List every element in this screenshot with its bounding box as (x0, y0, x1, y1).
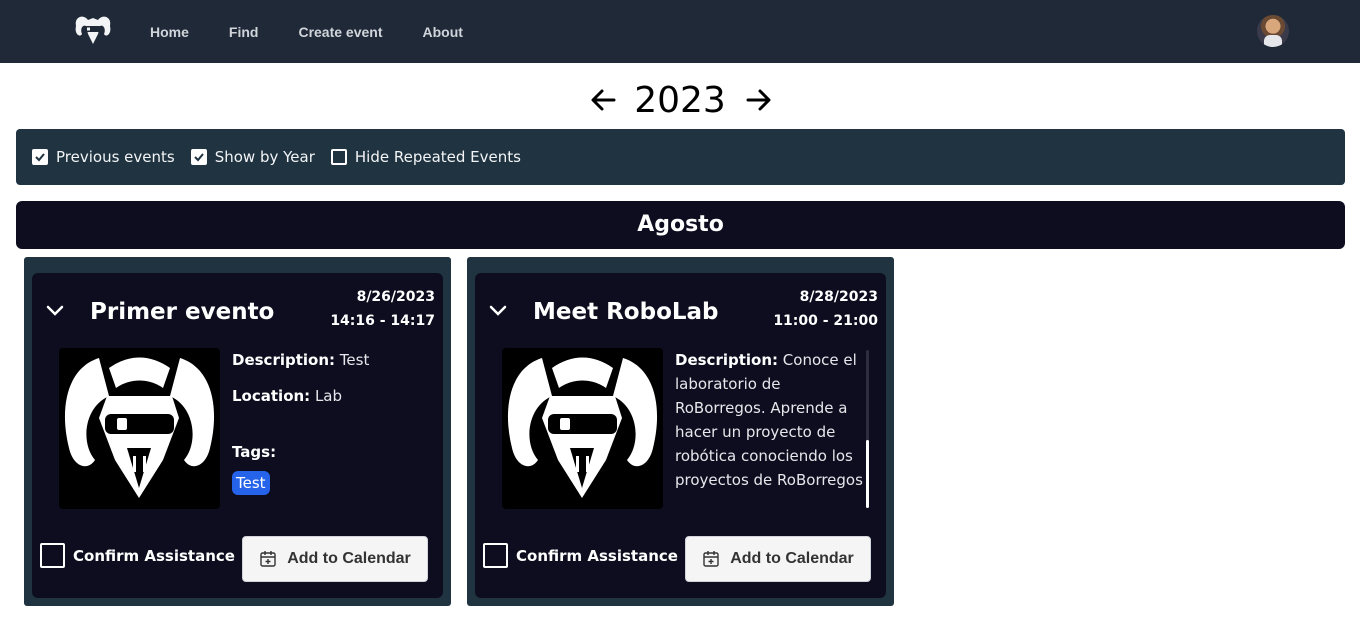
filter-hide-repeated[interactable]: Hide Repeated Events (330, 148, 521, 166)
tag-badge[interactable]: Test (232, 471, 270, 495)
event-datetime: 8/28/2023 11:00 - 21:00 (773, 285, 878, 333)
event-time: 14:16 - 14:17 (330, 313, 435, 329)
event-date: 8/26/2023 (356, 289, 435, 305)
description-label: Description: (232, 351, 336, 369)
calendar-add-icon (260, 551, 276, 567)
event-card: Primer evento 8/26/2023 14:16 - 14:17 De… (32, 273, 443, 598)
month-header: Agosto (16, 201, 1345, 249)
confirm-label: Confirm Assistance (73, 546, 235, 565)
checkbox[interactable] (330, 149, 347, 165)
scrollbar[interactable] (866, 350, 869, 508)
event-date: 8/28/2023 (799, 289, 878, 305)
arrow-left-icon[interactable] (588, 84, 620, 116)
event-title: Meet RoboLab (533, 299, 719, 325)
nav-find[interactable]: Find (229, 24, 259, 40)
event-details: Description: Test Location: Lab (232, 348, 432, 408)
add-calendar-label: Add to Calendar (730, 550, 854, 567)
event-location: Lab (314, 387, 343, 405)
location-label: Location: (232, 387, 311, 405)
chevron-down-icon[interactable] (46, 305, 64, 317)
confirm-label: Confirm Assistance (516, 546, 678, 565)
checkbox[interactable] (483, 543, 508, 568)
nav-links: Home Find Create event About (150, 0, 463, 63)
filter-bar: Previous events Show by Year Hide Repeat… (16, 129, 1345, 185)
top-navbar: Home Find Create event About (0, 0, 1360, 63)
event-description: Conoce el laboratorio de RoBorregos. Apr… (675, 351, 863, 489)
confirm-assistance-checkbox[interactable]: Confirm Assistance (40, 543, 235, 568)
nav-about[interactable]: About (423, 24, 463, 40)
filter-label: Show by Year (214, 148, 315, 166)
checkbox[interactable] (40, 543, 65, 568)
event-card: Meet RoboLab 8/28/2023 11:00 - 21:00 Des… (475, 273, 886, 598)
tags-label: Tags: (232, 443, 277, 461)
event-datetime: 8/26/2023 14:16 - 14:17 (330, 285, 435, 333)
ram-logo-icon[interactable] (72, 12, 114, 48)
event-title: Primer evento (90, 299, 275, 325)
description-label: Description: (675, 351, 779, 369)
add-calendar-label: Add to Calendar (287, 550, 411, 567)
add-to-calendar-button[interactable]: Add to Calendar (685, 536, 871, 582)
filter-previous-events[interactable]: Previous events (32, 148, 175, 166)
filter-show-by-year[interactable]: Show by Year (190, 148, 315, 166)
checkbox[interactable] (32, 149, 48, 165)
filter-label: Hide Repeated Events (354, 148, 521, 166)
year-label: 2023 (634, 80, 726, 121)
nav-home[interactable]: Home (150, 24, 189, 40)
event-image (59, 348, 220, 509)
checkbox[interactable] (190, 149, 207, 165)
event-description: Test (339, 351, 370, 369)
event-card-wrapper: Primer evento 8/26/2023 14:16 - 14:17 De… (24, 257, 451, 606)
year-navigation: 2023 (0, 78, 1360, 124)
nav-create-event[interactable]: Create event (298, 24, 382, 40)
add-to-calendar-button[interactable]: Add to Calendar (242, 536, 428, 582)
event-time: 11:00 - 21:00 (773, 313, 878, 329)
description-scroll-area[interactable]: Description: Conoce el laboratorio de Ro… (675, 348, 873, 509)
calendar-add-icon (703, 551, 719, 567)
filter-label: Previous events (56, 148, 175, 166)
event-image (502, 348, 663, 509)
confirm-assistance-checkbox[interactable]: Confirm Assistance (483, 543, 678, 568)
event-card-wrapper: Meet RoboLab 8/28/2023 11:00 - 21:00 Des… (467, 257, 894, 606)
user-avatar[interactable] (1257, 15, 1289, 47)
chevron-down-icon[interactable] (489, 305, 507, 317)
arrow-right-icon[interactable] (742, 84, 774, 116)
